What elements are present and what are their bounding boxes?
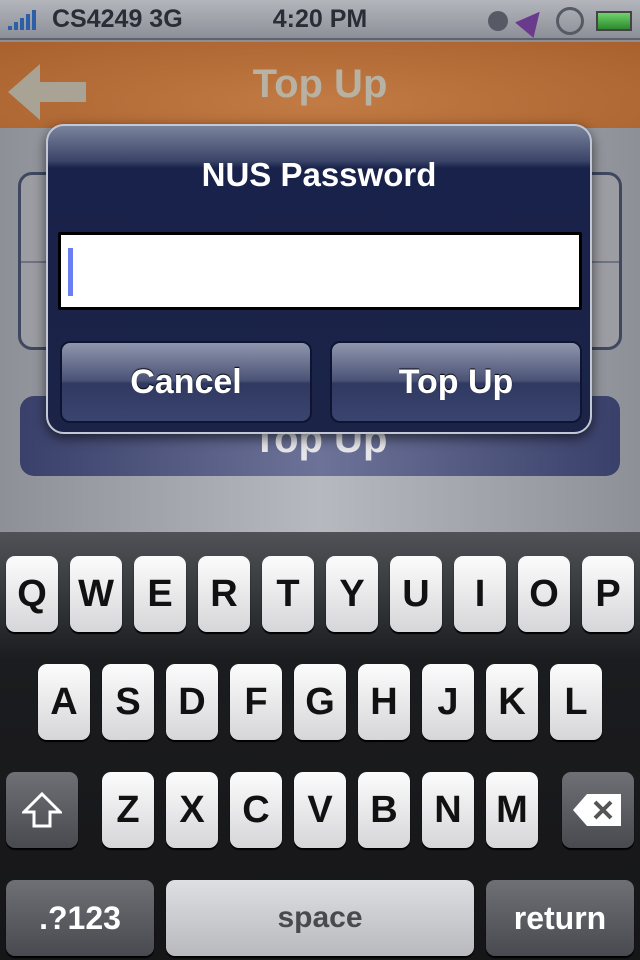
key-n[interactable]: N [422, 772, 474, 848]
key-g[interactable]: G [294, 664, 346, 740]
key-f[interactable]: F [230, 664, 282, 740]
location-icon [515, 4, 549, 38]
space-key[interactable]: space [166, 880, 474, 956]
key-i[interactable]: I [454, 556, 506, 632]
key-s[interactable]: S [102, 664, 154, 740]
key-h[interactable]: H [358, 664, 410, 740]
key-u[interactable]: U [390, 556, 442, 632]
dialog-title: NUS Password [201, 156, 437, 193]
nav-title: Top Up [252, 62, 388, 106]
key-x[interactable]: X [166, 772, 218, 848]
key-t[interactable]: T [262, 556, 314, 632]
shift-icon [20, 791, 64, 828]
key-e[interactable]: E [134, 556, 186, 632]
key-z[interactable]: Z [102, 772, 154, 848]
key-r[interactable]: R [198, 556, 250, 632]
key-a[interactable]: A [38, 664, 90, 740]
key-y[interactable]: Y [326, 556, 378, 632]
backspace-icon [573, 794, 621, 826]
nav-bar: Top Up [0, 42, 640, 128]
key-m[interactable]: M [486, 772, 538, 848]
top-up-button[interactable]: Top Up [330, 341, 582, 423]
return-key[interactable]: return [486, 880, 634, 956]
key-b[interactable]: B [358, 772, 410, 848]
password-input[interactable] [58, 232, 582, 310]
keyboard: .?123 space return QWERTYUIOP ASDFGHJKL ZX… [0, 532, 640, 960]
backspace-key[interactable] [562, 772, 634, 848]
shift-key[interactable] [6, 772, 78, 848]
key-p[interactable]: P [582, 556, 634, 632]
key-c[interactable]: C [230, 772, 282, 848]
password-dialog: NUS Password Cancel Top Up [46, 124, 592, 434]
key-k[interactable]: K [486, 664, 538, 740]
cancel-button[interactable]: Cancel [60, 341, 312, 423]
key-w[interactable]: W [70, 556, 122, 632]
key-l[interactable]: L [550, 664, 602, 740]
key-q[interactable]: Q [6, 556, 58, 632]
status-bar: CS4249 3G 4:20 PM [0, 0, 640, 40]
numbers-key[interactable]: .?123 [6, 880, 154, 956]
key-d[interactable]: D [166, 664, 218, 740]
rotation-lock-icon [556, 7, 584, 35]
battery-icon [596, 11, 632, 31]
key-j[interactable]: J [422, 664, 474, 740]
alarm-icon [488, 11, 508, 31]
key-v[interactable]: V [294, 772, 346, 848]
text-caret [68, 248, 73, 296]
key-o[interactable]: O [518, 556, 570, 632]
